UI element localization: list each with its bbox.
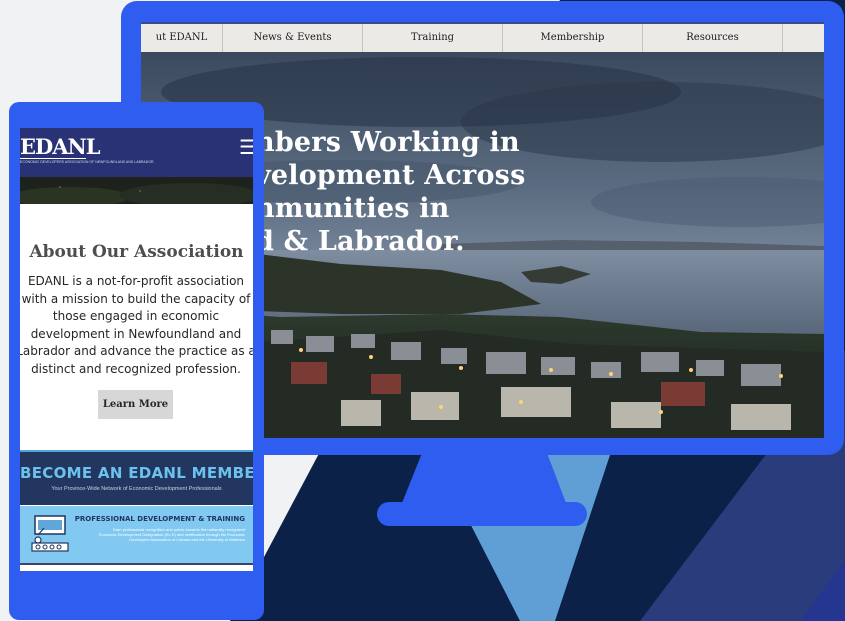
mobile-footer-strip [20, 563, 253, 571]
presentation-board-icon [31, 515, 69, 552]
mobile-website-screen: EDANL ECONOMIC DEVELOPERS ASSOCIATION OF… [20, 128, 253, 571]
hamburger-icon[interactable]: ☰ [239, 138, 253, 158]
membership-title: BECOME AN EDANL MEMBER [20, 464, 253, 482]
logo-underline [20, 158, 86, 159]
about-description: EDANL is a not-for-profit association wi… [20, 274, 253, 376]
mobile-header-photo [20, 177, 253, 204]
pd-description: Earn professional recognition and points… [98, 527, 245, 542]
professional-development-banner[interactable]: PROFESSIONAL DEVELOPMENT & TRAINING Earn… [20, 506, 253, 563]
membership-banner[interactable]: BECOME AN EDANL MEMBER Your Province-Wid… [20, 450, 253, 505]
nav-item-news-events[interactable]: News & Events [223, 24, 363, 52]
nav-item-resources[interactable]: Resources [643, 24, 783, 52]
nav-item-about[interactable]: ut EDANL [141, 24, 223, 52]
pd-title: PROFESSIONAL DEVELOPMENT & TRAINING [74, 515, 245, 523]
learn-more-button[interactable]: Learn More [98, 390, 173, 419]
mobile-header: EDANL ECONOMIC DEVELOPERS ASSOCIATION OF… [20, 128, 253, 177]
nav-item-more[interactable] [783, 24, 824, 52]
monitor-base [377, 502, 587, 526]
hero-line-2: velopment Across [255, 160, 526, 191]
hero-line-4: d & Labrador. [255, 226, 465, 257]
nav-item-training[interactable]: Training [363, 24, 503, 52]
hero-line-1: nbers Working in [255, 127, 520, 158]
nav-item-membership[interactable]: Membership [503, 24, 643, 52]
main-navigation: ut EDANL News & Events Training Membersh… [141, 24, 824, 52]
hero-line-3: nmunities in [255, 193, 450, 224]
about-title: About Our Association [29, 242, 244, 262]
logo-subtitle: ECONOMIC DEVELOPERS ASSOCIATION OF NEWFO… [20, 160, 154, 164]
hero-heading: nbers Working in velopment Across nmunit… [255, 126, 525, 258]
edanl-logo[interactable]: EDANL [20, 134, 100, 159]
membership-subtitle: Your Province-Wide Network of Economic D… [51, 486, 222, 492]
